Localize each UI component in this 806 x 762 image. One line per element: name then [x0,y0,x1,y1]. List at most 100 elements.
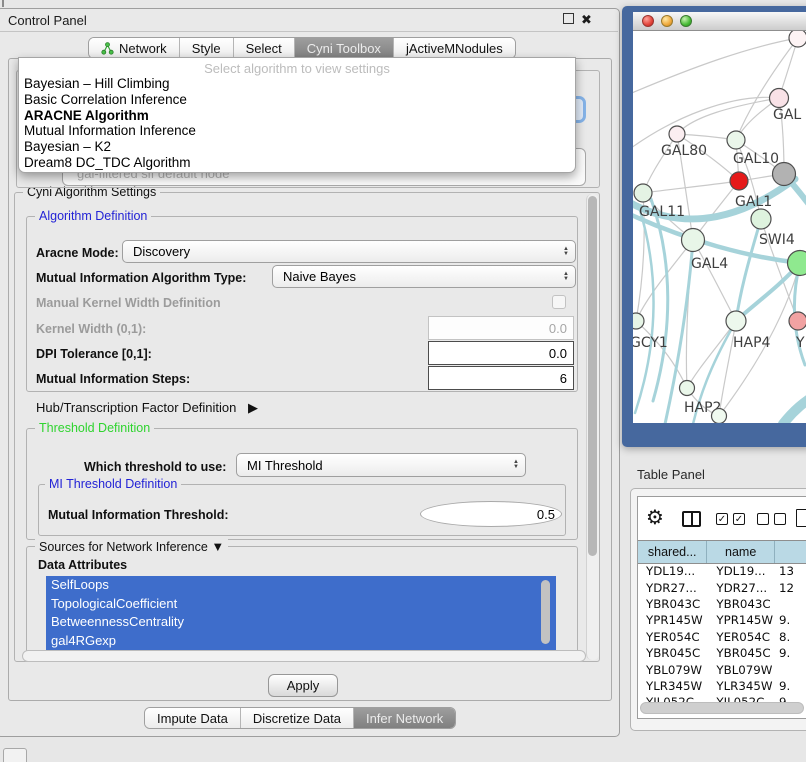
network-edge[interactable] [633,38,798,95]
table-row[interactable]: YDR27...YDR27...12 [638,579,806,595]
sources-group-title[interactable]: Sources for Network Inference ▼ [35,539,228,554]
network-node[interactable] [789,31,806,47]
table-cell: YBR045C [707,646,775,660]
close-icon[interactable]: ✖ [581,14,592,25]
table-row[interactable]: YDL19...YDL19...13 [638,563,806,579]
table-panel-title: Table Panel [637,467,705,482]
network-node-gal11[interactable] [634,184,652,202]
network-node[interactable] [712,409,727,424]
network-window-titlebar[interactable] [633,12,806,31]
network-edge[interactable] [643,181,739,193]
apply-button[interactable]: Apply [268,674,338,697]
algorithm-popup-item[interactable]: Mutual Information Inference [19,123,575,139]
network-edge[interactable] [687,321,736,388]
tab-jactivemnodules[interactable]: jActiveMNodules [394,38,515,58]
table-row[interactable]: YBR045CYBR045C9. [638,645,806,661]
zoom-window-icon[interactable] [680,15,692,27]
mi-threshold-group-title: MI Threshold Definition [45,477,181,491]
float-icon[interactable] [563,13,574,24]
tab-discretize-data[interactable]: Discretize Data [241,708,354,728]
network-node[interactable] [788,251,806,276]
data-attribute-item[interactable]: SelfLoops [46,576,556,595]
close-window-icon[interactable] [642,15,654,27]
tab-impute-data[interactable]: Impute Data [145,708,241,728]
hub-definition-label: Hub/Transcription Factor Definition [36,400,236,415]
which-threshold-combo[interactable]: MI Threshold ▲▼ [236,453,526,477]
aracne-mode-value: Discovery [133,244,190,259]
hub-definition-toggle[interactable]: Hub/Transcription Factor Definition ▶ [36,400,258,416]
tab-impute-data-label: Impute Data [157,711,228,726]
column-header-name[interactable]: name [707,541,775,563]
column-header-partial[interactable] [775,541,806,563]
kernel-width-field[interactable]: 0.0 [428,316,574,340]
algorithm-popup-item[interactable]: Bayesian – Hill Climbing [19,76,575,92]
checked-checkbox-icon[interactable]: ✓ [716,513,728,525]
settings-scrollbar-thumb[interactable] [588,196,597,556]
manual-kernel-checkbox[interactable] [552,295,566,309]
combo-stepper-icon: ▲▼ [563,247,569,257]
mi-type-label: Mutual Information Algorithm Type: [36,271,246,285]
network-edge-highlighted[interactable] [783,394,806,423]
network-node-swi4[interactable] [751,209,771,229]
network-node-gal4[interactable] [682,229,705,252]
network-node-hap2[interactable] [680,381,695,396]
mi-type-combo[interactable]: Naive Bayes ▲▼ [272,265,576,288]
network-canvas[interactable]: GALGAL80GAL10GAL1GAL11SWI4GAL4GCY1HAP4YH… [633,31,806,423]
settings-hscrollbar[interactable] [22,650,586,662]
network-edge[interactable] [677,98,779,134]
mi-steps-field[interactable]: 6 [428,366,574,390]
data-attributes-list[interactable]: SelfLoopsTopologicalCoefficientBetweenne… [46,576,556,652]
column-header-shared[interactable]: shared... [638,541,707,563]
unchecked-checkbox-icon[interactable] [757,513,769,525]
data-attribute-item[interactable]: BetweennessCentrality [46,613,556,632]
network-node-gal10[interactable] [727,131,745,149]
network-node-label: SWI4 [759,232,795,248]
table-cell: YER054C [638,630,707,644]
algorithm-popup-item[interactable]: Basic Correlation Inference [19,92,575,108]
network-edge-highlighted[interactable] [736,219,761,321]
data-attribute-item[interactable]: gal4RGexp [46,632,556,651]
tab-cyni-toolbox[interactable]: Cyni Toolbox [295,38,394,58]
data-attribute-item[interactable]: TopologicalCoefficient [46,595,556,614]
new-table-doc-icon[interactable] [796,509,806,527]
network-node-gal[interactable] [770,89,789,108]
algorithm-popup-item[interactable]: Bayesian – K2 [19,139,575,155]
network-node-gcy1[interactable] [633,313,644,329]
table-row[interactable]: YBL079WYBL079W [638,661,806,677]
network-edge[interactable] [736,38,798,140]
expand-right-icon: ▶ [248,400,258,415]
network-node-y[interactable] [789,312,806,330]
algorithm-popup-item[interactable]: Dream8 DC_TDC Algorithm [19,155,575,171]
algorithm-popup-item[interactable]: ARACNE Algorithm [19,108,575,124]
tab-select[interactable]: Select [234,38,295,58]
tab-network[interactable]: Network [89,38,180,58]
minimized-panel-button[interactable] [3,748,27,762]
tab-style[interactable]: Style [180,38,234,58]
dpi-tolerance-field[interactable]: 0.0 [428,341,574,365]
table-settings-gear-icon[interactable]: ⚙ [646,508,664,528]
network-svg: GALGAL80GAL10GAL1GAL11SWI4GAL4GCY1HAP4YH… [633,31,806,423]
network-node-hap4[interactable] [726,311,746,331]
table-cell: YBR045C [638,646,707,660]
table-row[interactable]: YPR145WYPR145W9. [638,612,806,628]
unchecked-checkbox-icon[interactable] [774,513,786,525]
table-row[interactable]: YBR043CYBR043C [638,596,806,612]
tab-infer-network[interactable]: Infer Network [354,708,455,728]
table-body[interactable]: YDL19...YDL19...13YDR27...YDR27...12YBR0… [638,563,806,711]
checked-checkbox-icon[interactable]: ✓ [733,513,745,525]
attributes-scrollbar-thumb[interactable] [541,580,550,644]
table-cell: YBL079W [707,663,775,677]
table-hscrollbar[interactable] [640,702,804,714]
mi-threshold-field[interactable]: 0.5 [420,501,562,527]
minimize-window-icon[interactable] [661,15,673,27]
network-node-label: GAL11 [639,204,685,220]
network-node-gal80[interactable] [669,126,685,142]
column-visibility-icon[interactable] [682,511,701,527]
network-node[interactable] [773,163,796,186]
network-node-label: GAL80 [661,143,707,159]
network-node-gal1[interactable] [730,172,748,190]
table-row[interactable]: YLR345WYLR345W9. [638,678,806,694]
aracne-mode-combo[interactable]: Discovery ▲▼ [122,240,576,263]
table-row[interactable]: YER054CYER054C8. [638,629,806,645]
tab-style-label: Style [192,41,221,56]
